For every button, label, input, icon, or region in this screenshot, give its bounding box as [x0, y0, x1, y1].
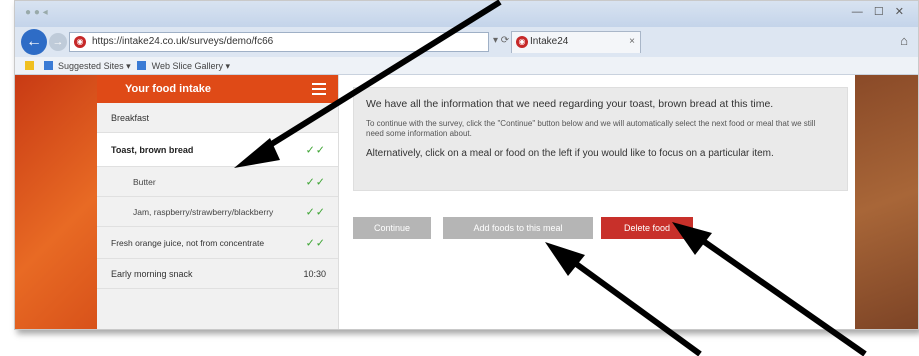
tab-title: Intake24 [530, 36, 569, 47]
screenshot-stage: ● ● ◂ — ☐ ✕ ← → ◉ https://intake24.co.uk… [0, 0, 919, 356]
meal-label: Breakfast [111, 112, 150, 123]
complete-check-icon: ✓✓ [305, 237, 326, 249]
info-alternative-text: Alternatively, click on a meal or food o… [366, 148, 774, 159]
site-favicon-icon: ◉ [74, 36, 86, 48]
complete-check-icon: ✓✓ [305, 206, 326, 218]
browser-window: ● ● ◂ — ☐ ✕ ← → ◉ https://intake24.co.uk… [14, 0, 919, 330]
sidebar-food-butter[interactable]: Butter ✓✓ [97, 167, 338, 197]
title-bar: ● ● ◂ — ☐ ✕ [15, 1, 918, 27]
delete-food-button[interactable]: Delete food [601, 217, 693, 239]
info-continue-text: To continue with the survey, click the "… [366, 119, 816, 138]
sidebar-meal-early-morning-snack[interactable]: Early morning snack 10:30 [97, 259, 338, 289]
complete-check-icon: ✓✓ [305, 176, 326, 188]
favorite-web-slice-gallery[interactable]: Web Slice Gallery [152, 61, 223, 71]
continue-button[interactable]: Continue [353, 217, 431, 239]
add-foods-button[interactable]: Add foods to this meal [443, 217, 593, 239]
food-label: Fresh orange juice, not from concentrate [111, 237, 265, 248]
page-content: Your food intake Breakfast Toast, brown … [15, 75, 918, 329]
favorites-bar: Suggested Sites ▾ Web Slice Gallery ▾ [15, 57, 918, 75]
food-label: Toast, brown bread [111, 144, 194, 155]
complete-check-icon: ✓✓ [305, 144, 326, 156]
sidebar-food-orange-juice[interactable]: Fresh orange juice, not from concentrate… [97, 227, 338, 259]
meal-time: 10:30 [303, 268, 326, 279]
background-left-panel [15, 75, 97, 329]
meal-label: Early morning snack [111, 268, 193, 279]
food-label: Butter [133, 176, 156, 187]
home-icon[interactable]: ⌂ [900, 33, 908, 48]
food-label: Jam, raspberry/strawberry/blackberry [133, 206, 274, 217]
background-right-panel [855, 75, 918, 329]
browser-tab[interactable]: ◉ Intake24 × [511, 31, 641, 53]
address-bar[interactable]: ◉ https://intake24.co.uk/surveys/demo/fc… [69, 32, 489, 52]
tab-favicon-icon: ◉ [516, 36, 528, 48]
favorite-suggested-sites[interactable]: Suggested Sites [58, 61, 124, 71]
sidebar-title: Your food intake [125, 83, 211, 95]
sidebar-meal-breakfast[interactable]: Breakfast [97, 103, 338, 133]
navigation-bar: ← → ◉ https://intake24.co.uk/surveys/dem… [15, 27, 918, 57]
web-slice-icon [137, 61, 147, 70]
favorites-star-icon [25, 61, 34, 70]
forward-arrow-icon[interactable]: → [49, 33, 67, 51]
sidebar-food-toast-brown-bread[interactable]: Toast, brown bread ✓✓ [97, 133, 338, 167]
sidebar-food-jam[interactable]: Jam, raspberry/strawberry/blackberry ✓✓ [97, 197, 338, 227]
address-text: https://intake24.co.uk/surveys/demo/fc66 [92, 36, 274, 47]
title-bar-icons: ● ● ◂ [25, 7, 48, 18]
suggested-sites-icon [43, 61, 53, 70]
food-intake-sidebar: Your food intake Breakfast Toast, brown … [97, 75, 339, 329]
back-arrow-icon[interactable]: ← [21, 29, 47, 55]
info-panel: We have all the information that we need… [353, 87, 848, 191]
window-controls[interactable]: — ☐ ✕ [852, 5, 908, 18]
sidebar-header: Your food intake [97, 75, 338, 103]
hamburger-menu-icon[interactable] [312, 81, 326, 95]
info-main-text: We have all the information that we need… [366, 98, 774, 110]
close-tab-icon[interactable]: × [629, 32, 635, 52]
